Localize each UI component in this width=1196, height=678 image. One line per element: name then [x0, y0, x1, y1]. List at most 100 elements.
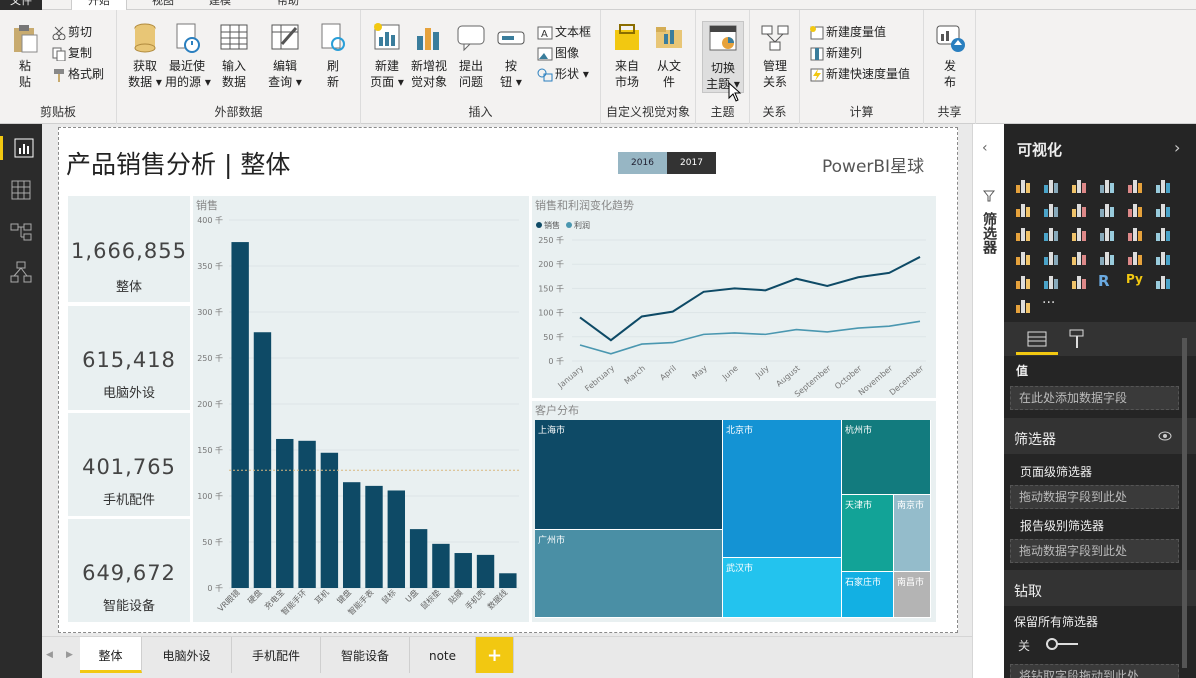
pie-visual-icon[interactable]	[1070, 224, 1088, 242]
r-visual-visual-icon[interactable]: R	[1098, 272, 1116, 290]
pane-scrollbar[interactable]	[1182, 338, 1187, 668]
drillthrough-section-header[interactable]: 钻取	[1004, 570, 1196, 606]
paint-roller-icon[interactable]	[1068, 328, 1086, 350]
copy-button[interactable]: 复制	[52, 43, 92, 63]
publish-button[interactable]: 发 布	[932, 22, 968, 90]
collapse-chevron-icon[interactable]: ‹	[982, 140, 988, 156]
scroll-right-icon[interactable]: ▶	[66, 650, 73, 660]
treemap-tile[interactable]: 武汉市	[723, 558, 842, 618]
tab-file[interactable]: 文件	[0, 0, 42, 10]
treemap-tile[interactable]: 南京市	[894, 495, 931, 572]
recent-sources-button[interactable]: 最近使 用的源 ▾	[165, 22, 211, 90]
card-visual-icon[interactable]	[1098, 248, 1116, 266]
multi-row-card-visual-icon[interactable]	[1126, 248, 1144, 266]
format-painter-button[interactable]: 格式刷	[52, 64, 104, 84]
100-column-visual-icon[interactable]	[1154, 176, 1172, 194]
textbox-button[interactable]: A 文本框	[537, 22, 591, 42]
page-filters-drop-well[interactable]: 拖动数据字段到此处	[1010, 485, 1179, 509]
report-view-button[interactable]	[0, 136, 42, 160]
edit-queries-button[interactable]: 编辑 查询 ▾	[263, 22, 307, 90]
new-page-button[interactable]: 新建 页面 ▾	[365, 22, 409, 90]
fields-tab-icon[interactable]	[1026, 329, 1048, 349]
python-visual-visual-icon[interactable]: Py	[1126, 272, 1144, 290]
treemap-tile[interactable]: 北京市	[723, 420, 842, 558]
kpi-card-total[interactable]: 1,666,855 整体	[68, 196, 190, 302]
ribbon-visual-icon[interactable]	[1154, 200, 1172, 218]
treemap-tile[interactable]: 天津市	[842, 495, 894, 572]
clustered-column-visual-icon[interactable]	[1098, 176, 1116, 194]
refresh-button[interactable]: 刷 新	[315, 22, 351, 90]
scatter-visual-icon[interactable]	[1042, 224, 1060, 242]
waterfall-visual-icon[interactable]	[1014, 224, 1032, 242]
filters-section-header[interactable]: 筛选器	[1004, 418, 1196, 454]
shape-button[interactable]: 形状 ▾	[537, 64, 589, 84]
sales-profit-line-chart[interactable]: 销售和利润变化趋势 销售 利润 0 千 50 千 100 千 150 千 200 千 250 …	[532, 196, 936, 398]
kpi-visual-icon[interactable]	[1154, 248, 1172, 266]
stacked-area-visual-icon[interactable]	[1070, 200, 1088, 218]
report-filters-drop-well[interactable]: 拖动数据字段到此处	[1010, 539, 1179, 563]
page-tab-computer[interactable]: 电脑外设	[142, 637, 232, 673]
cut-button[interactable]: 剪切	[52, 22, 92, 42]
scroll-left-icon[interactable]: ◀	[46, 650, 53, 660]
matrix-visual-icon[interactable]	[1070, 272, 1088, 290]
kpi-card-computer-peripherals[interactable]: 615,418 电脑外设	[68, 306, 190, 410]
page-tab-note[interactable]: note	[410, 637, 476, 673]
page-tab-phone[interactable]: 手机配件	[232, 637, 321, 673]
stacked-bar-visual-icon[interactable]	[1014, 176, 1032, 194]
tab-view[interactable]: 视图	[143, 0, 183, 10]
kpi-card-smart-devices[interactable]: 649,672 智能设备	[68, 519, 190, 622]
year-slicer-2016[interactable]: 2016	[618, 152, 667, 174]
treemap-tile[interactable]: 杭州市	[842, 420, 931, 495]
area-visual-icon[interactable]	[1042, 200, 1060, 218]
from-file-button[interactable]: 从文 件	[651, 22, 687, 90]
enter-data-button[interactable]: 输入 数据	[213, 22, 255, 90]
treemap-visual-icon[interactable]	[1126, 224, 1144, 242]
stacked-column-visual-icon[interactable]	[1042, 176, 1060, 194]
data-view-button[interactable]	[9, 178, 33, 202]
page-tab-smart[interactable]: 智能设备	[321, 637, 410, 673]
line-clustered-visual-icon[interactable]	[1126, 200, 1144, 218]
clustered-bar-visual-icon[interactable]	[1070, 176, 1088, 194]
key-influencers-visual-icon[interactable]	[1154, 272, 1172, 290]
from-marketplace-button[interactable]: 来自 市场	[609, 22, 645, 90]
keep-filters-toggle[interactable]	[1046, 637, 1078, 651]
new-column-button[interactable]: 新建列	[810, 43, 862, 63]
more-visual-icon[interactable]: ···	[1042, 296, 1060, 314]
customer-treemap[interactable]: 客户分布 上海市 广州市 北京市 武汉市 杭州市 天津市 石家庄市 南京市 南昌…	[532, 401, 936, 622]
new-measure-button[interactable]: 新建度量值	[810, 22, 886, 42]
button-button[interactable]: 按 钮 ▾	[495, 22, 527, 90]
map-visual-icon[interactable]	[1154, 224, 1172, 242]
treemap-tile[interactable]: 南昌市	[894, 572, 931, 618]
image-button[interactable]: 图像	[537, 43, 579, 63]
paste-button[interactable]: 粘 贴	[10, 24, 40, 90]
treemap-tile[interactable]: 上海市	[535, 420, 723, 530]
new-visual-button[interactable]: 新增视 觉对象	[407, 22, 451, 90]
treemap-tile[interactable]: 广州市	[535, 530, 723, 618]
model-view-button[interactable]	[9, 220, 33, 244]
values-drop-well[interactable]: 在此处添加数据字段	[1010, 386, 1179, 410]
dag-view-button[interactable]	[9, 260, 33, 284]
kpi-card-phone-accessories[interactable]: 401,765 手机配件	[68, 413, 190, 516]
100-bar-visual-icon[interactable]	[1126, 176, 1144, 194]
line-visual-icon[interactable]	[1014, 200, 1032, 218]
new-quick-measure-button[interactable]: 新建快速度量值	[810, 64, 910, 84]
sales-bar-chart[interactable]: 销售 0 千 50 千 100 千 150 千 200 千 250 千 300 千 350 千…	[193, 196, 529, 622]
slicer-visual-icon[interactable]	[1014, 272, 1032, 290]
funnel-visual-icon[interactable]	[1042, 248, 1060, 266]
donut-visual-icon[interactable]	[1098, 224, 1116, 242]
table-visual-icon[interactable]	[1042, 272, 1060, 290]
year-slicer-2017[interactable]: 2017	[667, 152, 716, 174]
line-column-visual-icon[interactable]	[1098, 200, 1116, 218]
ask-question-button[interactable]: 提出 问题	[453, 22, 489, 90]
tab-modeling[interactable]: 建模	[200, 0, 240, 10]
filters-collapsed-strip[interactable]: ‹ 筛选器	[972, 124, 1004, 678]
get-data-button[interactable]: 获取 数据 ▾	[123, 22, 167, 90]
arcgis-visual-icon[interactable]	[1014, 296, 1032, 314]
tab-help[interactable]: 帮助	[268, 0, 308, 10]
eye-icon[interactable]	[1158, 431, 1172, 441]
treemap-tile[interactable]: 石家庄市	[842, 572, 894, 618]
page-tab-overall[interactable]: 整体	[80, 637, 142, 673]
gauge-visual-icon[interactable]	[1070, 248, 1088, 266]
drillthrough-drop-well[interactable]: 将钻取字段拖动到此处	[1010, 664, 1179, 678]
expand-chevron-icon[interactable]: ›	[1174, 138, 1180, 157]
